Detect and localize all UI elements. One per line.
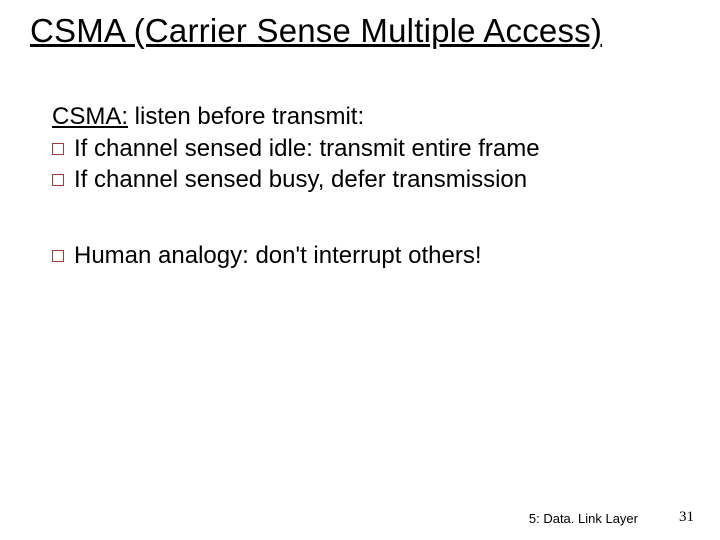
csma-label: CSMA: [52, 103, 128, 130]
square-bullet-icon [52, 174, 64, 186]
bullet-1-text: If channel sensed idle: transmit entire … [74, 134, 672, 165]
bullet-3-text: Human analogy: don't interrupt others! [74, 241, 672, 272]
footer-page-number: 31 [679, 509, 694, 526]
bullet-3: Human analogy: don't interrupt others! [52, 241, 672, 272]
bullet-2: If channel sensed busy, defer transmissi… [52, 165, 672, 196]
slide: CSMA (Carrier Sense Multiple Access) CSM… [0, 0, 720, 540]
slide-title: CSMA (Carrier Sense Multiple Access) [30, 12, 602, 50]
square-bullet-icon [52, 250, 64, 262]
spacer [52, 197, 672, 241]
square-bullet-icon [52, 143, 64, 155]
lead-text: listen before transmit: [128, 103, 364, 130]
bullet-2-text: If channel sensed busy, defer transmissi… [74, 165, 672, 196]
lead-line: CSMA: listen before transmit: [52, 102, 672, 133]
slide-body: CSMA: listen before transmit: If channel… [52, 102, 672, 273]
bullet-1: If channel sensed idle: transmit entire … [52, 134, 672, 165]
footer-chapter: 5: Data. Link Layer [529, 511, 638, 526]
